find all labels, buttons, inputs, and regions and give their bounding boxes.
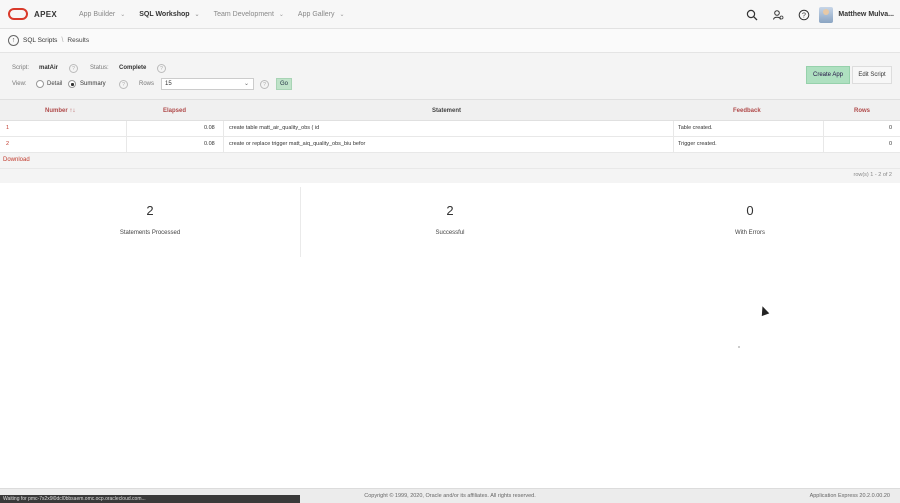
rows-label: Rows xyxy=(139,81,155,87)
column-header-elapsed[interactable]: Elapsed xyxy=(163,100,186,122)
go-button[interactable]: Go xyxy=(276,78,292,90)
column-divider xyxy=(823,121,824,136)
nav-app-builder[interactable]: App Builder ⌄ xyxy=(79,11,125,18)
script-label: Script: xyxy=(12,65,30,71)
browser-status-bar: Waiting for pmc-7s2x9l0dcl0bbsaem.omc.oc… xyxy=(0,495,300,503)
column-header-feedback[interactable]: Feedback xyxy=(733,100,761,122)
help-icon[interactable]: ? xyxy=(795,6,813,24)
stat-caption: Successful xyxy=(435,230,465,236)
help-icon[interactable]: ? xyxy=(260,80,269,89)
stat-value: 2 xyxy=(146,203,154,218)
column-header-number[interactable]: Number ↑↓ xyxy=(45,100,75,122)
column-divider xyxy=(126,137,127,152)
svg-text:?: ? xyxy=(802,12,806,19)
stat-caption: With Errors xyxy=(735,230,765,236)
sort-ascending-icon: ↑↓ xyxy=(69,108,76,114)
row-statement: create or replace trigger matt_aiq_quali… xyxy=(229,141,366,147)
table-row: 1 0.08 create table matt_air_quality_obs… xyxy=(0,121,900,137)
nav-app-gallery[interactable]: App Gallery ⌄ xyxy=(298,11,345,18)
column-header-statement[interactable]: Statement xyxy=(432,100,461,122)
view-summary-radio[interactable] xyxy=(68,80,76,88)
chevron-down-icon: ⌄ xyxy=(278,11,284,18)
chevron-down-icon: ⌄ xyxy=(243,81,249,87)
nav-sql-workshop[interactable]: SQL Workshop ⌄ xyxy=(139,11,199,18)
user-name[interactable]: Matthew Mulva... xyxy=(838,11,894,18)
search-icon[interactable] xyxy=(743,6,761,24)
column-divider xyxy=(823,137,824,152)
decorative-dot xyxy=(738,346,740,348)
arrow-up-icon[interactable]: ↑ xyxy=(8,35,19,46)
rows-select[interactable]: 15 ⌄ xyxy=(161,78,254,90)
user-settings-icon[interactable] xyxy=(769,6,787,24)
browser-status-text: Waiting for pmc-7s2x9l0dcl0bbsaem.omc.oc… xyxy=(3,496,146,502)
create-app-button[interactable]: Create App xyxy=(806,66,850,84)
row-statement: create table matt_air_quality_obs ( id xyxy=(229,125,320,131)
version-text: Application Express 20.2.0.00.20 xyxy=(809,493,890,499)
stat-value: 2 xyxy=(446,203,454,218)
chevron-down-icon: ⌄ xyxy=(120,11,126,18)
breadcrumb: ↑ SQL Scripts \ Results xyxy=(0,29,900,53)
top-navigation-bar: APEX App Builder ⌄ SQL Workshop ⌄ Team Dev… xyxy=(0,0,900,29)
column-divider xyxy=(223,121,224,136)
apex-brand[interactable]: APEX xyxy=(34,10,57,19)
view-detail-radio[interactable] xyxy=(36,80,44,88)
edit-script-button[interactable]: Edit Script xyxy=(852,66,892,84)
column-divider xyxy=(126,121,127,136)
chevron-down-icon: ⌄ xyxy=(339,11,345,18)
breadcrumb-results: Results xyxy=(67,37,90,44)
nav-team-development[interactable]: Team Development ⌄ xyxy=(214,11,284,18)
status-value: Complete xyxy=(119,65,147,71)
pagination-info: row(s) 1 - 2 of 2 xyxy=(853,172,892,178)
row-elapsed: 0.08 xyxy=(204,141,215,147)
stat-statements-processed: 2 Statements Processed xyxy=(0,183,300,258)
help-icon[interactable]: ? xyxy=(119,80,128,89)
help-icon[interactable]: ? xyxy=(157,64,166,73)
row-rows: 0 xyxy=(889,125,893,131)
row-feedback: Trigger created. xyxy=(678,141,717,147)
table-header: Number ↑↓ Elapsed Statement Feedback Row… xyxy=(0,99,900,121)
column-header-rows[interactable]: Rows xyxy=(854,100,870,122)
stat-value: 0 xyxy=(746,203,754,218)
table-row: 2 0.08 create or replace trigger matt_ai… xyxy=(0,137,900,153)
row-elapsed: 0.08 xyxy=(204,125,215,131)
row-number-link[interactable]: 2 xyxy=(6,137,9,152)
script-value: matAir xyxy=(39,65,59,71)
breadcrumb-separator-icon: \ xyxy=(61,37,64,44)
view-label: View: xyxy=(12,81,27,87)
results-filters: Script: matAir ? Status: Complete ? View… xyxy=(0,53,900,99)
status-label: Status: xyxy=(90,65,109,71)
row-number-link[interactable]: 1 xyxy=(6,121,9,136)
row-feedback: Table created. xyxy=(678,125,713,131)
download-row: Download xyxy=(0,153,900,169)
stat-successful: 2 Successful xyxy=(300,183,600,258)
view-summary-label: Summary xyxy=(80,81,106,87)
breadcrumb-sql-scripts[interactable]: SQL Scripts xyxy=(23,37,57,44)
results-table: Number ↑↓ Elapsed Statement Feedback Row… xyxy=(0,99,900,169)
avatar[interactable] xyxy=(819,6,834,23)
content-background xyxy=(0,258,900,488)
summary-stats: 2 Statements Processed 2 Successful 0 Wi… xyxy=(0,183,900,258)
column-divider xyxy=(673,121,674,136)
nav-right-tools: ? Matthew Mulva... xyxy=(743,0,900,29)
view-detail-label: Detail xyxy=(47,81,63,87)
download-link[interactable]: Download xyxy=(3,153,30,168)
column-divider xyxy=(223,137,224,152)
column-divider xyxy=(673,137,674,152)
help-icon[interactable]: ? xyxy=(69,64,78,73)
row-rows: 0 xyxy=(889,141,893,147)
oracle-logo-icon[interactable] xyxy=(8,8,28,20)
chevron-down-icon: ⌄ xyxy=(194,11,200,18)
stat-with-errors: 0 With Errors xyxy=(600,183,900,258)
stat-caption: Statements Processed xyxy=(119,230,181,236)
